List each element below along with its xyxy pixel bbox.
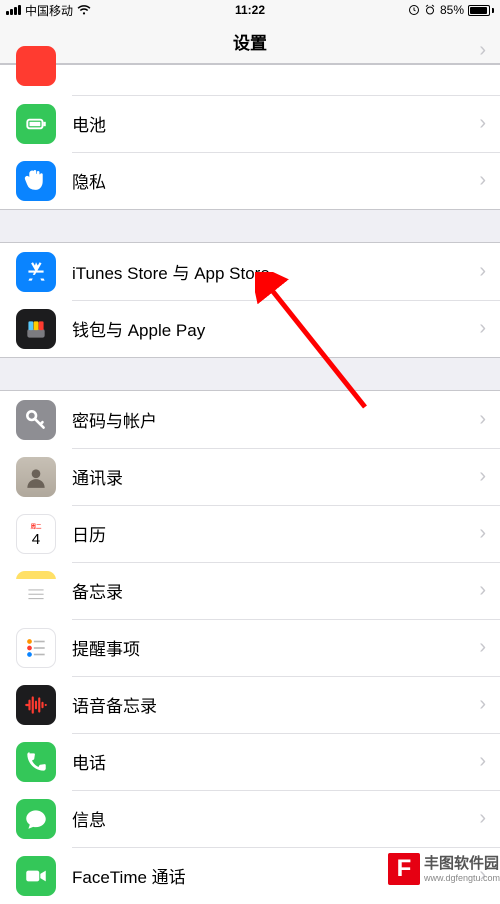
notes-icon [16,571,56,611]
settings-row-battery[interactable]: 电池 › [0,95,500,152]
section-gap [0,357,500,391]
row-label: 信息 [72,806,479,831]
video-icon [16,856,56,896]
battery-icon [16,104,56,144]
contact-icon [16,457,56,497]
row-label: 语音备忘录 [72,692,479,717]
settings-row-passwords[interactable]: 密码与帐户 › [0,391,500,448]
chevron-right-icon: › [479,522,500,545]
settings-row-wallet[interactable]: 钱包与 Apple Pay › [0,300,500,357]
chevron-right-icon: › [479,807,500,830]
settings-row-calendar[interactable]: 周二4 日历 › [0,505,500,562]
row-label: 电话 [72,749,479,774]
signal-icon [6,5,21,15]
status-time: 11:22 [235,3,265,17]
settings-row-voice-memos[interactable]: 语音备忘录 › [0,676,500,733]
status-bar: 中国移动 11:22 85% [0,0,500,20]
watermark-logo: F [388,853,420,885]
watermark-title: 丰图软件园 [424,855,499,872]
settings-row-contacts[interactable]: 通讯录 › [0,448,500,505]
row-label: 钱包与 Apple Pay [72,316,479,341]
lock-icon [408,4,420,16]
section-gap [0,209,500,243]
battery-fill [470,7,487,14]
row-label: 电池 [72,111,479,136]
settings-row-phone[interactable]: 电话 › [0,733,500,790]
warning-icon [16,46,56,86]
row-label: 备忘录 [72,578,479,603]
appstore-icon [16,252,56,292]
settings-row-messages[interactable]: 信息 › [0,790,500,847]
waveform-icon [16,685,56,725]
svg-text:4: 4 [32,530,40,546]
chevron-right-icon: › [479,260,500,283]
chevron-right-icon: › [479,317,500,340]
chevron-right-icon: › [479,636,500,659]
row-label: 密码与帐户 [72,407,479,432]
row-label: iTunes Store 与 App Store [72,259,479,284]
row-label: 提醒事项 [72,635,479,660]
row-label: 日历 [72,521,479,546]
chevron-right-icon: › [479,465,500,488]
chevron-right-icon: › [479,693,500,716]
settings-row[interactable]: › [0,65,500,95]
settings-row-itunes-appstore[interactable]: iTunes Store 与 App Store › [0,243,500,300]
nav-bar: 设置 [0,20,500,64]
chevron-right-icon: › [479,579,500,602]
calendar-icon: 周二4 [16,514,56,554]
status-left: 中国移动 [6,2,91,19]
row-label: 通讯录 [72,464,479,489]
chevron-right-icon: › [479,39,500,62]
battery-pct-label: 85% [440,3,464,17]
settings-row-notes[interactable]: 备忘录 › [0,562,500,619]
key-icon [16,400,56,440]
settings-list: › 电池 › 隐私 › iTunes Store 与 App Store › [0,64,500,904]
reminders-icon [16,628,56,668]
chevron-right-icon: › [479,112,500,135]
battery-icon [468,5,494,16]
chevron-right-icon: › [479,169,500,192]
watermark: F 丰图软件园 www.dgfengtu.com [388,853,500,885]
wifi-icon [77,5,91,15]
chevron-right-icon: › [479,750,500,773]
watermark-url: www.dgfengtu.com [424,873,500,883]
svg-text:周二: 周二 [31,522,42,530]
alarm-icon [424,4,436,16]
row-label: 隐私 [72,168,479,193]
carrier-label: 中国移动 [25,2,73,19]
message-icon [16,799,56,839]
settings-row-privacy[interactable]: 隐私 › [0,152,500,209]
wallet-icon [16,309,56,349]
status-right: 85% [408,3,494,17]
hand-icon [16,161,56,201]
phone-icon [16,742,56,782]
page-title: 设置 [233,29,267,54]
chevron-right-icon: › [479,408,500,431]
settings-row-reminders[interactable]: 提醒事项 › [0,619,500,676]
